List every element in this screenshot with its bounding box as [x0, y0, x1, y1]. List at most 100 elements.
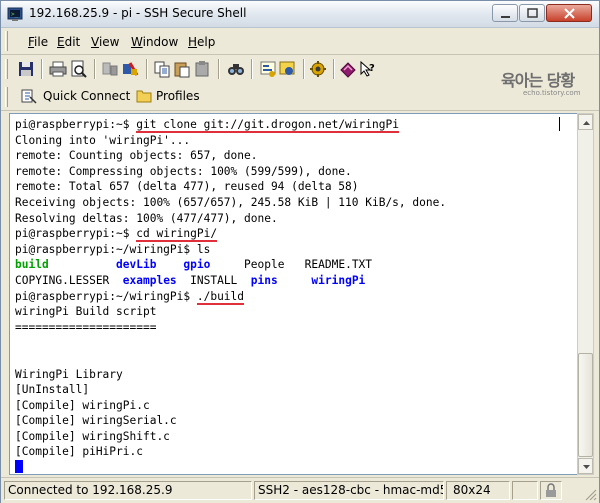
menu-file[interactable]: File — [28, 35, 48, 49]
terminal-text: gpio — [183, 258, 211, 272]
toolbar-grip[interactable] — [5, 59, 8, 79]
print-icon[interactable] — [49, 60, 67, 78]
terminal-line: pi@raspberrypi:~/wiringPi$ ./build — [15, 289, 446, 305]
profiles-label: Profiles — [156, 89, 200, 103]
typed-command: cd wiringPi/ — [136, 227, 218, 243]
profile-bar-grip[interactable] — [5, 87, 8, 107]
quick-connect-button[interactable]: Quick Connect — [17, 85, 131, 107]
blog-watermark: 육아는 당황 echo.tistory.com — [501, 67, 593, 103]
terminal-line: [Compile] piHiPri.c — [15, 444, 446, 460]
toolbar-separator — [41, 59, 43, 79]
terminal-text: wiringPi — [311, 273, 366, 287]
menu-view[interactable]: View — [91, 35, 119, 49]
ssh-client-window: >_ 192.168.25.9 - pi - SSH Secure Shell … — [0, 0, 600, 503]
toolbar-separator — [94, 59, 96, 79]
menu-bar-grip[interactable] — [5, 31, 8, 51]
terminal-line: [Compile] wiringShift.c — [15, 429, 446, 445]
terminal-line: pi@raspberrypi:~/wiringPi$ ls — [15, 242, 446, 258]
terminal-text: [Compile] wiringPi.c — [15, 398, 150, 412]
scroll-thumb[interactable] — [578, 353, 593, 457]
terminal-line: WiringPi Library — [15, 367, 446, 383]
terminal-text: Cloning into 'wiringPi'... — [15, 133, 191, 147]
find-icon[interactable] — [227, 60, 245, 78]
toolbar-separator — [333, 59, 335, 79]
arrow-up-icon — [583, 121, 590, 125]
terminal-line: pi@raspberrypi:~$ git clone git://git.dr… — [15, 117, 446, 133]
settings-icon[interactable] — [259, 60, 277, 78]
terminal-text: [Compile] wiringShift.c — [15, 429, 170, 443]
save-icon[interactable] — [17, 60, 35, 78]
status-terminal-size: 80x24 — [446, 481, 510, 500]
window-title: 192.168.25.9 - pi - SSH Secure Shell — [29, 6, 247, 20]
text-caret — [559, 117, 560, 131]
status-cipher: SSH2 - aes128-cbc - hmac-md5 - — [254, 481, 444, 500]
watermark-logo-text: 육아는 당황 — [501, 71, 575, 90]
typed-command: git clone git://git.drogon.net/wiringPi — [136, 118, 399, 133]
scroll-up-button[interactable] — [578, 114, 593, 130]
svg-text:?: ? — [369, 63, 375, 74]
terminal-text: remote: Total 657 (delta 477), reused 94… — [15, 180, 359, 194]
scroll-down-button[interactable] — [578, 458, 593, 474]
toolbar-separator — [303, 59, 305, 79]
folder-icon — [136, 90, 152, 103]
maximize-button[interactable] — [519, 4, 545, 22]
typed-command: ./build — [196, 289, 245, 305]
print-preview-icon[interactable] — [69, 60, 87, 78]
minimize-button[interactable] — [492, 4, 518, 22]
terminal-text: WiringPi Library — [15, 367, 123, 381]
terminal-text: pi@raspberrypi:~$ — [15, 118, 137, 131]
terminal-text: [Compile] piHiPri.c — [15, 445, 143, 459]
close-icon — [564, 8, 575, 19]
arrow-down-icon — [583, 465, 590, 469]
terminal-text: [UnInstall] — [15, 383, 90, 397]
ssh-app-icon: >_ — [7, 7, 23, 21]
title-bar[interactable]: >_ 192.168.25.9 - pi - SSH Secure Shell — [1, 1, 599, 28]
close-button[interactable] — [546, 4, 592, 22]
menu-window[interactable]: Window — [131, 35, 178, 49]
terminal-text: ===================== — [15, 320, 157, 334]
status-connection: Connected to 192.168.25.9 — [4, 481, 252, 500]
help-icon[interactable] — [339, 60, 357, 78]
terminal-text: remote: Counting objects: 657, done. — [15, 149, 258, 163]
minimize-icon — [501, 16, 510, 18]
terminal-line: Resolving deltas: 100% (477/477), done. — [15, 211, 446, 227]
quick-connect-icon — [21, 89, 37, 104]
terminal-line — [15, 460, 446, 474]
terminal-line: remote: Counting objects: 657, done. — [15, 148, 446, 164]
terminal-text: INSTALL — [176, 273, 251, 287]
terminal-text: devLib — [116, 258, 157, 272]
terminal-text: Resolving deltas: 100% (477/477), done. — [15, 211, 278, 225]
file-transfer-icon[interactable] — [309, 60, 327, 78]
terminal-line: build devLib gpio People README.TXT — [15, 257, 446, 273]
whats-this-icon[interactable]: ? — [359, 60, 377, 78]
quick-connect-label: Quick Connect — [43, 89, 131, 103]
terminal-text: pi@raspberrypi:~/wiringPi$ — [15, 289, 197, 303]
terminal-cursor — [15, 460, 23, 474]
lock-icon — [546, 483, 556, 497]
terminal-text: pins — [250, 273, 278, 287]
terminal-output[interactable]: pi@raspberrypi:~$ git clone git://git.dr… — [9, 113, 578, 475]
terminal-text: build — [15, 258, 49, 272]
menu-help[interactable]: Help — [188, 35, 215, 49]
connect-icon[interactable] — [121, 60, 139, 78]
key-icon[interactable] — [279, 60, 297, 78]
resize-grip-icon[interactable] — [583, 487, 597, 501]
copy-icon[interactable] — [153, 60, 171, 78]
terminal-text: pi@raspberrypi:~/wiringPi$ ls — [15, 242, 211, 256]
disconnect-icon[interactable] — [101, 60, 119, 78]
terminal-line: [Compile] wiringPi.c — [15, 398, 446, 414]
terminal-line: [UnInstall] — [15, 382, 446, 398]
vertical-scrollbar[interactable] — [577, 113, 594, 475]
menu-edit[interactable]: Edit — [57, 35, 80, 49]
terminal-line: ===================== — [15, 320, 446, 336]
paste-icon[interactable] — [173, 60, 191, 78]
terminal-line: remote: Total 657 (delta 477), reused 94… — [15, 179, 446, 195]
terminal-line: COPYING.LESSER examples INSTALL pins wir… — [15, 273, 446, 289]
clipboard-icon[interactable] — [193, 60, 211, 78]
terminal-text: pi@raspberrypi:~$ — [15, 227, 137, 241]
profiles-button[interactable]: Profiles — [133, 85, 205, 107]
